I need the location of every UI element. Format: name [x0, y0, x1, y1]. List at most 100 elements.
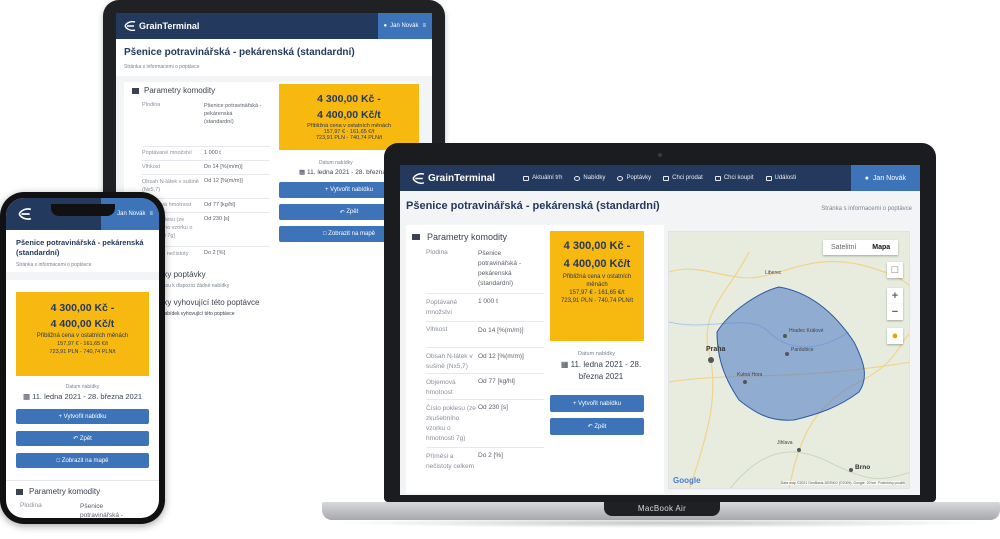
hamburger-icon[interactable]: ≡	[149, 211, 153, 217]
params-card: Parametry komodity Plodina Pšenice potrav…	[406, 225, 664, 493]
nav-item-offers[interactable]: Nabídky	[574, 175, 605, 181]
nav-item-sell[interactable]: Chci prodat	[663, 175, 703, 181]
device-mockup-stage: GrainTerminal ● Jan Novák ≡ Pšenice potr…	[0, 0, 1000, 539]
spacer	[6, 272, 159, 280]
param-value: Od 77 [kg/hl]	[204, 202, 236, 208]
param-label: Vlhkost	[142, 164, 161, 170]
date-range: ▦ 11. ledna 2021 - 28. března 2021	[556, 359, 646, 383]
brand-logo[interactable]: GrainTerminal	[412, 173, 495, 184]
create-offer-label: Vytvořit nabídku	[578, 400, 621, 407]
nav-label: Nabídky	[583, 175, 606, 181]
map-place-kutna-hora: Kutná Hora	[737, 372, 763, 378]
create-offer-button[interactable]: + Vytvořit nabídku	[16, 409, 149, 424]
show-map-button[interactable]: □ Zobrazit na mapě	[16, 453, 149, 468]
back-label: Zpět	[79, 435, 92, 442]
date-range-text: 11. ledna 2021 - 28. března 2021	[32, 392, 143, 401]
nav-item-events[interactable]: Události	[765, 175, 797, 181]
back-button[interactable]: ↶ Zpět	[16, 431, 149, 446]
nav-item-buy[interactable]: Chci koupit	[714, 175, 754, 181]
laptop-label: MacBook Air	[604, 502, 720, 516]
param-label: Plodina	[142, 102, 161, 108]
user-menu[interactable]: ● Jan Novák ≡	[377, 13, 432, 39]
param-row: Objemová hmotnost Od 77 [kg/hl]	[426, 373, 544, 399]
map-attribution-text: Data map ©2021 GeoBasis-DE/BKG (©2009), …	[780, 481, 865, 485]
back-label: Zpět	[594, 423, 607, 430]
brand-logo[interactable]	[18, 208, 32, 220]
pegman-icon[interactable]: ●	[887, 328, 903, 344]
nav-label: Poptávky	[626, 175, 652, 181]
map-place-brno: Brno	[855, 464, 871, 471]
create-offer-button[interactable]: + Vytvořit nabídku	[550, 395, 644, 412]
user-name: Jan Novák	[872, 174, 906, 182]
nav-label: Události	[774, 175, 797, 181]
hamburger-icon[interactable]: ≡	[422, 23, 426, 29]
list-icon	[16, 488, 23, 495]
date-label: Datum nabídky	[65, 384, 100, 390]
nav-label: Chci prodat	[672, 175, 703, 181]
param-label: Poptávané množství	[142, 150, 192, 156]
param-label: Plodina	[426, 249, 448, 256]
param-value: Od 77 [kg/hl]	[478, 378, 515, 385]
price-note: Přibližná cena v ostatních měnách	[562, 274, 632, 288]
laptop-params-list: Plodina Pšenice potravinářská - pekárensk…	[426, 249, 544, 483]
price-line1: 4 300,00 Kč -	[317, 93, 381, 105]
nav-label: Aktuální trh	[532, 175, 563, 181]
search-icon	[617, 175, 624, 181]
page-subtitle: Stránka s informacemi o poptávce	[124, 64, 200, 70]
param-label: Poptávané množství	[426, 299, 458, 316]
show-map-label: Zobrazit na mapě	[328, 231, 375, 237]
map-terms-link[interactable]: Podmínky použití	[878, 481, 905, 485]
phone-device: Jan Novák ≡ Pšenice potravinářská - peká…	[0, 192, 165, 524]
param-label: Plodina	[20, 502, 42, 509]
param-label: Příměsi a nečistoty celkem	[426, 453, 475, 470]
param-label: Číslo poklesu (ze zkušebního vzorku o hm…	[426, 405, 476, 442]
zoom-out-button[interactable]: −	[887, 304, 903, 320]
map-tab-satellite[interactable]: Satelitní	[823, 240, 864, 255]
brand-logo[interactable]: GrainTerminal	[124, 21, 199, 31]
params-heading-text: Parametry komodity	[427, 232, 508, 242]
price-eur: 157,97 € - 161,65 €/t	[569, 290, 625, 296]
page-title: Pšenice potravinářská - pekárenská (stan…	[124, 47, 355, 58]
params-heading: Parametry komodity	[16, 487, 149, 496]
param-label: Vlhkost	[426, 326, 448, 333]
undo-icon: ↶	[73, 436, 80, 442]
nav-item-demands[interactable]: Poptávky	[617, 175, 651, 181]
map-panel[interactable]: Praha Liberec Hradec Králové Pardubice K…	[668, 231, 910, 489]
section-divider	[6, 480, 159, 481]
price-note: Přibližná cena v ostatních měnách	[36, 333, 129, 339]
top-navbar: GrainTerminal Aktuální trh Nabídky Poptá…	[400, 165, 920, 191]
user-name: Jan Novák	[390, 23, 419, 29]
map-place-liberec: Liberec	[765, 270, 782, 276]
price-pln: 723,91 PLN - 740,74 PLN/t	[49, 349, 116, 355]
param-label: Objemová hmotnost	[426, 379, 456, 396]
param-value: Do 2 [%]	[478, 452, 503, 459]
page-body: Pšenice potravinářská - pekárenská (stan…	[400, 191, 920, 495]
calendar-icon: ▦	[299, 169, 307, 176]
user-menu[interactable]: ● Jan Novák	[850, 165, 920, 191]
back-button[interactable]: ↶ Zpět	[550, 418, 644, 435]
search-icon	[574, 175, 581, 181]
grain-logo-icon	[412, 172, 425, 184]
param-value: Do 14 [%(m/m)]	[478, 327, 524, 334]
cart-icon	[714, 175, 721, 181]
create-offer-label: Vytvořit nabídku	[330, 187, 373, 193]
date-label: Datum nabídky	[319, 160, 353, 166]
nav-item-market[interactable]: Aktuální trh	[523, 175, 562, 181]
map-canvas[interactable]	[669, 232, 910, 489]
create-offer-label: Vytvořit nabídku	[63, 413, 107, 420]
calendar-icon: ▦	[560, 360, 571, 369]
map-tab-map[interactable]: Mapa	[864, 240, 898, 255]
calendar-icon: ▦	[22, 392, 33, 401]
camera-dot	[658, 153, 662, 157]
param-value: Pšenice potravinářská - pekárenská (stan…	[204, 103, 262, 125]
param-row: Obsah N-látek v sušině (Nx5,7) Od 12 [%(m…	[142, 174, 270, 198]
param-row: Plodina Pšenice potravinářská - pekárens…	[20, 502, 145, 518]
params-card: Parametry komodity Plodina Pšenice potrav…	[124, 82, 419, 348]
param-row: Vlhkost Do 14 [%(m/m)]	[426, 321, 544, 347]
params-heading-text: Parametry komodity	[144, 86, 216, 95]
fullscreen-icon[interactable]: □	[887, 262, 903, 278]
brand-name: GrainTerminal	[428, 172, 496, 184]
param-label: Obsah N-látek v sušině (Nx5,7)	[426, 353, 473, 370]
zoom-in-button[interactable]: +	[887, 288, 903, 304]
param-row: Poptávané množství 1 000 t	[142, 146, 270, 160]
